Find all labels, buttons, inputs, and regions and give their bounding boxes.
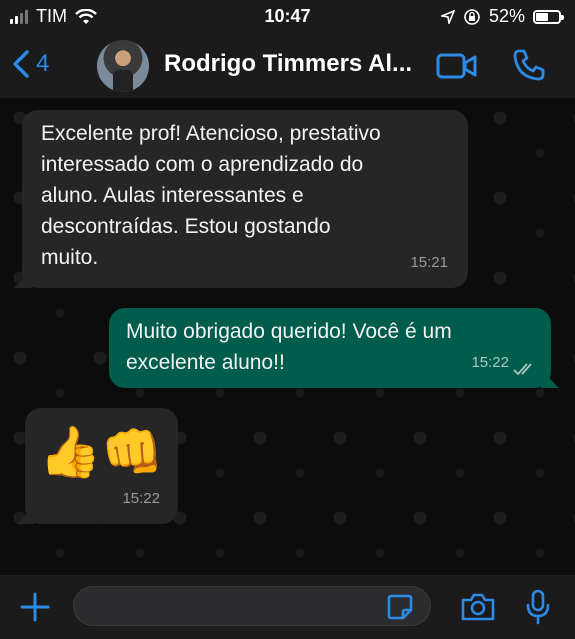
rotation-lock-icon bbox=[464, 8, 480, 25]
message-line: muito. bbox=[41, 246, 99, 269]
message-incoming-emoji[interactable]: 👍👊 15:22 bbox=[17, 408, 178, 524]
phone-icon[interactable] bbox=[512, 48, 546, 82]
message-line: Muito obrigado querido! Você é um bbox=[126, 320, 452, 343]
location-icon bbox=[440, 9, 455, 24]
message-line: descontraídas. Estou gostando bbox=[41, 215, 331, 238]
microphone-icon[interactable] bbox=[526, 589, 550, 625]
status-bar: TIM 10:47 52% bbox=[0, 0, 575, 32]
read-receipt-icon bbox=[513, 363, 532, 376]
unread-count: 4 bbox=[36, 50, 50, 77]
status-right: 52% bbox=[440, 6, 564, 27]
camera-icon[interactable] bbox=[460, 592, 496, 622]
message-line: excelente aluno!! bbox=[126, 351, 285, 374]
back-chevron-icon bbox=[13, 50, 29, 78]
bubble-tail bbox=[14, 270, 32, 288]
plus-icon[interactable] bbox=[20, 592, 50, 622]
bubble-tail bbox=[17, 506, 35, 524]
battery-icon bbox=[533, 9, 564, 24]
message-time: 15:21 bbox=[410, 254, 448, 271]
message-line: aluno. Aulas interessantes e bbox=[41, 184, 304, 207]
message-input[interactable] bbox=[73, 586, 431, 626]
message-outgoing[interactable]: Muito obrigado querido! Você é um excele… bbox=[109, 308, 559, 388]
sticker-icon[interactable] bbox=[386, 593, 414, 621]
video-call-icon[interactable] bbox=[436, 52, 478, 80]
message-text: Excelente prof! Atencioso, prestativo in… bbox=[41, 118, 381, 273]
message-line: interessado com o aprendizado do bbox=[41, 153, 364, 176]
message-line: Excelente prof! Atencioso, prestativo bbox=[41, 122, 381, 145]
battery-percent: 52% bbox=[488, 6, 525, 26]
message-time: 15:22 bbox=[471, 354, 509, 371]
back-button[interactable]: 4 bbox=[12, 50, 49, 78]
message-text: Muito obrigado querido! Você é um excele… bbox=[126, 316, 452, 378]
emoji-content: 👍👊 bbox=[39, 423, 164, 481]
composer-bar bbox=[0, 575, 575, 639]
message-time: 15:22 bbox=[122, 490, 160, 507]
chat-header: 4 Rodrigo Timmers Al... bbox=[0, 32, 575, 98]
contact-name[interactable]: Rodrigo Timmers Al... bbox=[164, 50, 412, 78]
chat-area[interactable]: Excelente prof! Atencioso, prestativo in… bbox=[0, 98, 575, 575]
avatar[interactable] bbox=[97, 40, 149, 92]
bubble-tail bbox=[541, 370, 559, 388]
message-incoming[interactable]: Excelente prof! Atencioso, prestativo in… bbox=[14, 110, 468, 288]
